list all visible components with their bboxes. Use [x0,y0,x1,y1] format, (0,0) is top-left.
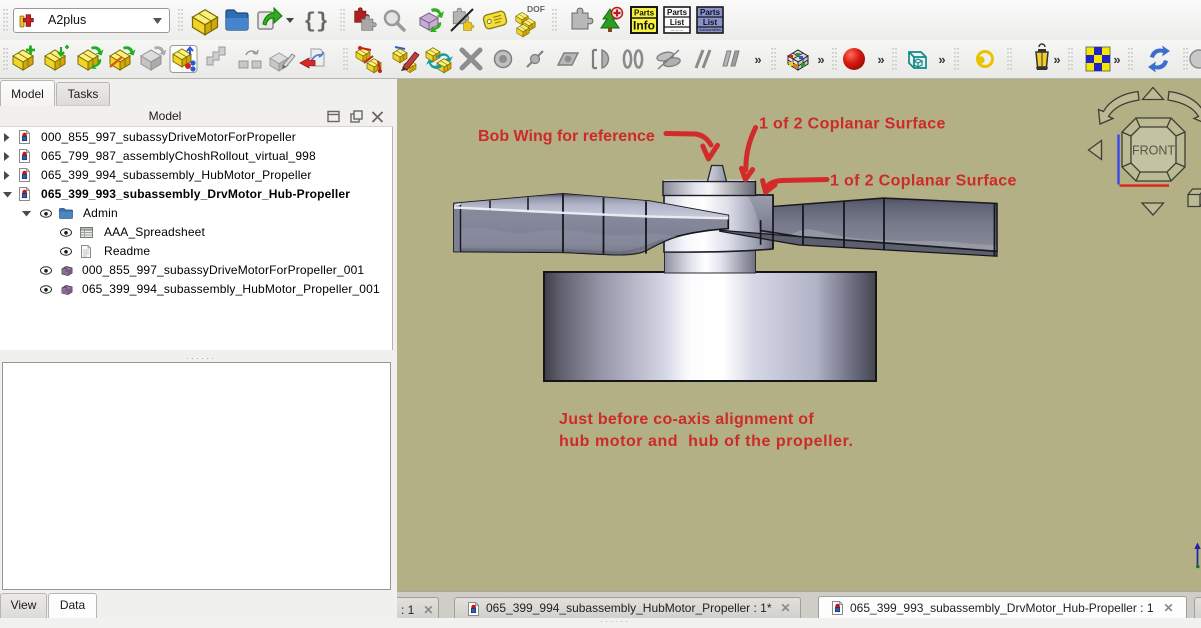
svg-text:1 of 2 Coplanar Surface: 1 of 2 Coplanar Surface [759,116,946,133]
svg-text:1 of 2 Coplanar Surface: 1 of 2 Coplanar Surface [830,173,1017,190]
svg-text:Parts: Parts [667,8,688,17]
svg-text:List: List [703,18,718,27]
svg-text:FRONT: FRONT [1132,144,1175,158]
svg-text:Just before co-axis alignment: Just before co-axis alignment of [559,411,814,428]
svg-text:SubAssemblies: SubAssemblies [699,28,721,32]
svg-text:Bob Wing for reference: Bob Wing for reference [478,128,655,145]
svg-text:hub motor and hub of the prop: hub motor and hub of the propeller. [559,433,853,450]
svg-text:Parts: Parts [634,9,655,18]
svg-text:DOF: DOF [527,4,545,14]
svg-text:Info: Info [633,19,655,33]
svg-text:{}: {} [303,11,328,34]
svg-text:List: List [670,18,685,27]
svg-text:— — —: — — — [671,29,684,33]
svg-text:Parts: Parts [700,8,721,17]
